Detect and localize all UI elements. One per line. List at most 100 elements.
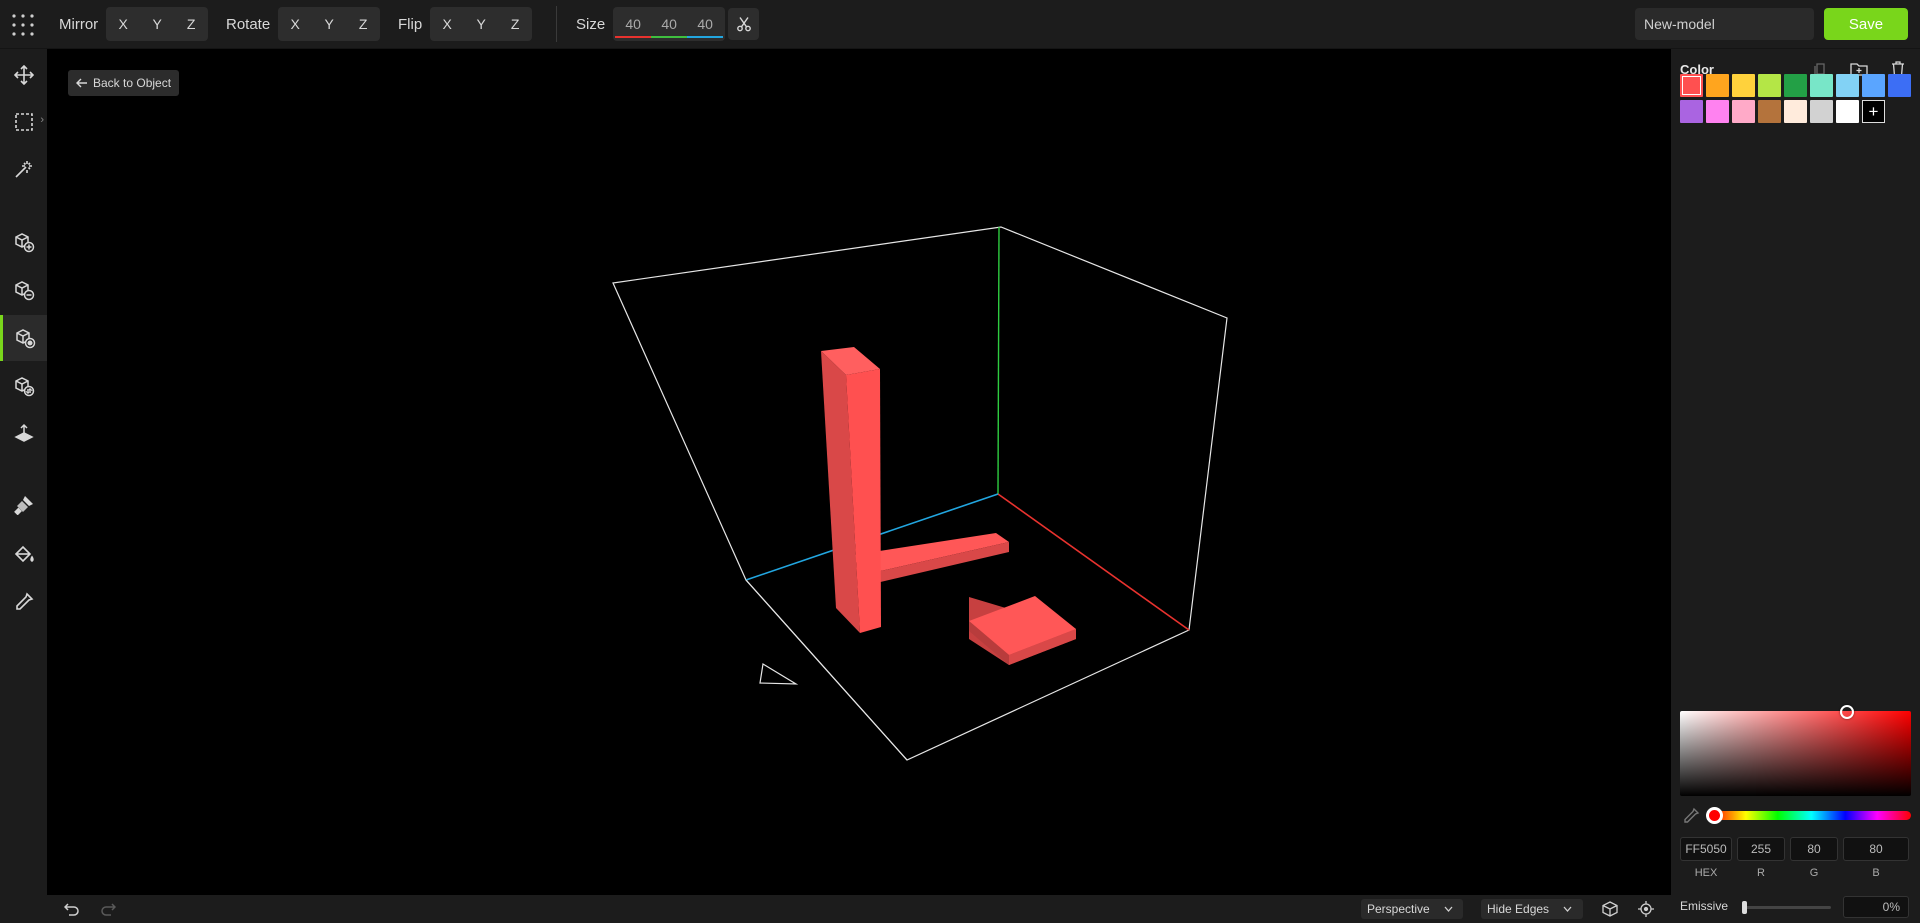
color-swatch[interactable] — [1810, 74, 1833, 97]
mirror-z-button[interactable]: Z — [174, 7, 208, 41]
hue-slider-handle[interactable] — [1706, 807, 1723, 824]
color-swatch[interactable] — [1680, 74, 1703, 97]
rotate-x-button[interactable]: X — [278, 7, 312, 41]
bounding-box — [612, 226, 1228, 761]
tool-remove-voxel[interactable] — [0, 267, 47, 313]
color-swatch[interactable] — [1706, 100, 1729, 123]
back-to-object-label: Back to Object — [93, 76, 172, 90]
tool-paint-voxel[interactable] — [0, 315, 47, 361]
color-swatch[interactable] — [1810, 100, 1833, 123]
voxel-scene[interactable] — [47, 49, 1671, 895]
recenter-target-icon[interactable] — [1636, 899, 1656, 919]
chevron-down-icon — [1563, 906, 1572, 912]
back-to-object-button[interactable]: Back to Object — [68, 70, 180, 96]
color-panel: Color + FF5050 255 80 80 HEX R G B Emiss… — [1671, 49, 1920, 923]
emissive-slider-handle[interactable] — [1742, 901, 1747, 914]
tool-move[interactable] — [0, 52, 47, 98]
view-cube-icon[interactable] — [1600, 899, 1620, 919]
hue-slider[interactable] — [1706, 807, 1911, 824]
save-button[interactable]: Save — [1824, 8, 1908, 40]
color-swatch[interactable] — [1784, 100, 1807, 123]
color-swatch[interactable] — [1836, 100, 1859, 123]
select-box-icon — [14, 113, 33, 131]
red-label: R — [1757, 867, 1765, 879]
size-label: Size — [576, 15, 606, 33]
rotate-axis-buttons: X Y Z — [278, 7, 381, 41]
camera-mode-value: Perspective — [1367, 902, 1430, 916]
mirror-y-button[interactable]: Y — [140, 7, 174, 41]
size-y-underline — [651, 36, 688, 38]
blue-label: B — [1872, 867, 1880, 879]
undo-icon[interactable] — [62, 900, 82, 918]
mirror-x-button[interactable]: X — [106, 7, 140, 41]
rotate-z-button[interactable]: Z — [346, 7, 380, 41]
tool-select-box[interactable]: › — [0, 99, 47, 145]
color-swatch[interactable] — [1732, 100, 1755, 123]
arrow-left-icon — [76, 78, 87, 88]
flip-group: Flip X Y Z — [398, 7, 533, 41]
hex-input[interactable]: FF5050 — [1680, 837, 1732, 861]
redo-icon[interactable] — [98, 900, 118, 918]
color-swatch[interactable] — [1706, 74, 1729, 97]
top-toolbar: Mirror X Y Z Rotate X Y Z Flip X Y Z Siz… — [0, 0, 1920, 49]
green-input[interactable]: 80 — [1790, 837, 1838, 861]
size-x-value: 40 — [625, 16, 641, 32]
size-z-value: 40 — [697, 16, 713, 32]
red-input[interactable]: 255 — [1737, 837, 1785, 861]
voxel-pillar — [821, 347, 881, 633]
voxel-slab-small — [969, 596, 1076, 665]
color-eyedropper-icon[interactable] — [1682, 807, 1700, 825]
camera-mode-dropdown[interactable]: Perspective — [1361, 899, 1463, 919]
color-swatch[interactable] — [1758, 74, 1781, 97]
scissors-icon[interactable] — [728, 8, 759, 40]
camera-marker-icon — [759, 663, 799, 685]
tool-add-voxel[interactable] — [0, 219, 47, 265]
tool-brush[interactable] — [0, 482, 47, 528]
color-swatch[interactable] — [1836, 74, 1859, 97]
color-swatch[interactable] — [1888, 74, 1911, 97]
add-color-button[interactable]: + — [1862, 100, 1885, 123]
eyedropper-icon — [15, 592, 33, 610]
tool-replace-voxel[interactable] — [0, 363, 47, 409]
size-z-input[interactable]: 40 — [687, 7, 724, 41]
flip-x-button[interactable]: X — [430, 7, 464, 41]
green-label: G — [1809, 867, 1819, 879]
flip-axis-buttons: X Y Z — [430, 7, 533, 41]
emissive-slider[interactable] — [1742, 901, 1831, 914]
app-menu-grid-icon[interactable] — [11, 13, 35, 37]
size-x-input[interactable]: 40 — [615, 7, 652, 41]
color-swatch[interactable] — [1732, 74, 1755, 97]
replace-voxel-icon — [14, 377, 34, 397]
flip-y-button[interactable]: Y — [464, 7, 498, 41]
extrude-icon — [13, 423, 34, 442]
tool-extrude[interactable] — [0, 411, 47, 457]
edge-mode-value: Hide Edges — [1487, 902, 1550, 916]
tool-eyedropper[interactable] — [0, 579, 47, 625]
color-swatch[interactable] — [1784, 74, 1807, 97]
move-icon — [13, 65, 34, 85]
size-y-input[interactable]: 40 — [651, 7, 688, 41]
model-name-input[interactable] — [1635, 8, 1814, 40]
color-swatch[interactable] — [1862, 74, 1885, 97]
color-swatch[interactable] — [1680, 100, 1703, 123]
paint-voxel-icon — [16, 329, 36, 349]
chevron-right-icon: › — [40, 114, 44, 126]
rotate-y-button[interactable]: Y — [312, 7, 346, 41]
rotate-group: Rotate X Y Z — [226, 7, 381, 41]
brush-icon — [13, 496, 33, 515]
saturation-value-picker[interactable] — [1680, 705, 1911, 796]
blue-input[interactable]: 80 — [1843, 837, 1909, 861]
tool-magic-wand[interactable] — [0, 146, 47, 192]
mirror-axis-buttons: X Y Z — [106, 7, 209, 41]
3d-viewport[interactable]: Back to Object — [47, 49, 1671, 895]
flip-z-button[interactable]: Z — [498, 7, 532, 41]
bottom-bar: Perspective Hide Edges — [47, 895, 1671, 923]
emissive-value-input[interactable]: 0% — [1843, 896, 1909, 918]
tool-fill-bucket[interactable] — [0, 531, 47, 577]
edge-mode-dropdown[interactable]: Hide Edges — [1481, 899, 1583, 919]
saturation-value-handle[interactable] — [1840, 705, 1854, 719]
mirror-group: Mirror X Y Z — [59, 7, 209, 41]
remove-voxel-icon — [14, 281, 34, 301]
color-swatch[interactable] — [1758, 100, 1781, 123]
flip-label: Flip — [398, 15, 423, 33]
